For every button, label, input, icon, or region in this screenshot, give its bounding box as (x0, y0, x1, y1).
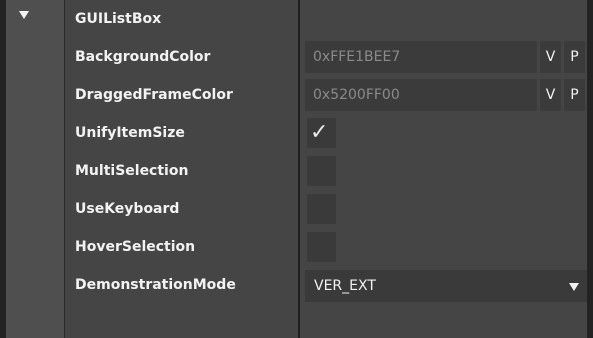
property-label: BackgroundColor (75, 49, 211, 65)
unify-item-size-checkbox[interactable]: ✓ (307, 118, 336, 148)
dragged-frame-color-field[interactable]: 0x5200FF00 (305, 79, 537, 111)
picker-button[interactable]: P (564, 41, 585, 73)
value-button[interactable]: V (540, 41, 561, 73)
property-label: MultiSelection (75, 163, 189, 179)
multi-selection-checkbox[interactable] (307, 156, 336, 186)
property-label: UseKeyboard (75, 201, 180, 217)
picker-button[interactable]: P (564, 79, 585, 111)
section-header-row: GUIListBox (65, 0, 587, 38)
dropdown-selected-value: VER_EXT (314, 278, 376, 294)
property-row-use-keyboard: UseKeyboard (65, 190, 587, 228)
background-color-field[interactable]: 0xFFE1BEE7 (305, 41, 537, 73)
property-grid: GUIListBox BackgroundColor 0xFFE1BEE7 V … (6, 0, 587, 338)
value-button[interactable]: V (540, 79, 561, 111)
property-label: HoverSelection (75, 239, 196, 255)
property-value: VER_EXT (300, 266, 587, 304)
property-value: ✓ (300, 114, 587, 152)
property-value (300, 228, 587, 266)
property-label: UnifyItemSize (75, 125, 185, 141)
property-row-background-color: BackgroundColor 0xFFE1BEE7 V P (65, 38, 587, 76)
property-row-dragged-frame-color: DraggedFrameColor 0x5200FF00 V P (65, 76, 587, 114)
checkmark-icon: ✓ (310, 120, 329, 145)
property-row-demonstration-mode: DemonstrationMode VER_EXT (65, 266, 587, 304)
property-value: 0x5200FF00 V P (300, 76, 587, 114)
use-keyboard-checkbox[interactable] (307, 194, 336, 224)
right-edge-strip (587, 0, 593, 338)
hover-selection-checkbox[interactable] (307, 232, 336, 262)
property-row-multi-selection: MultiSelection (65, 152, 587, 190)
expand-column (6, 0, 64, 338)
triangle-down-icon (569, 283, 579, 291)
property-row-hover-selection: HoverSelection (65, 228, 587, 266)
property-label: DemonstrationMode (75, 277, 236, 293)
property-label: DraggedFrameColor (75, 87, 233, 103)
section-title: GUIListBox (75, 11, 162, 27)
demonstration-mode-dropdown[interactable]: VER_EXT (305, 270, 587, 302)
property-row-unify-item-size: UnifyItemSize ✓ (65, 114, 587, 152)
property-value (300, 190, 587, 228)
property-value: 0xFFE1BEE7 V P (300, 38, 587, 76)
property-value (300, 152, 587, 190)
triangle-down-icon[interactable] (19, 11, 29, 19)
